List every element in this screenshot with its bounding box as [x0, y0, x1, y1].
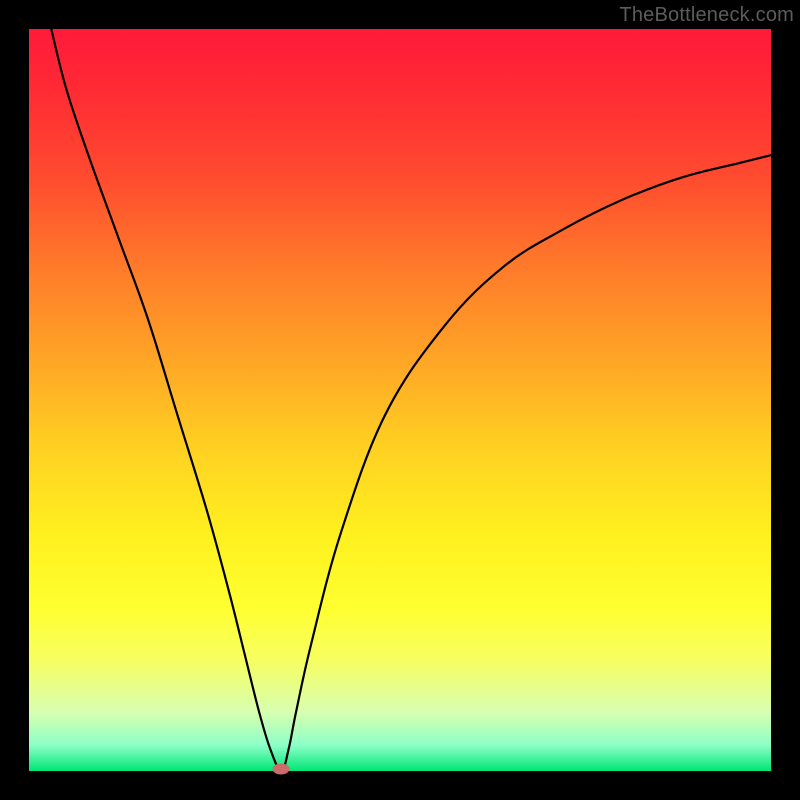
plot-area [29, 29, 771, 771]
minimum-marker [273, 764, 290, 775]
watermark-text: TheBottleneck.com [619, 4, 794, 27]
chart-frame: TheBottleneck.com [0, 0, 800, 800]
bottleneck-curve [29, 29, 771, 771]
